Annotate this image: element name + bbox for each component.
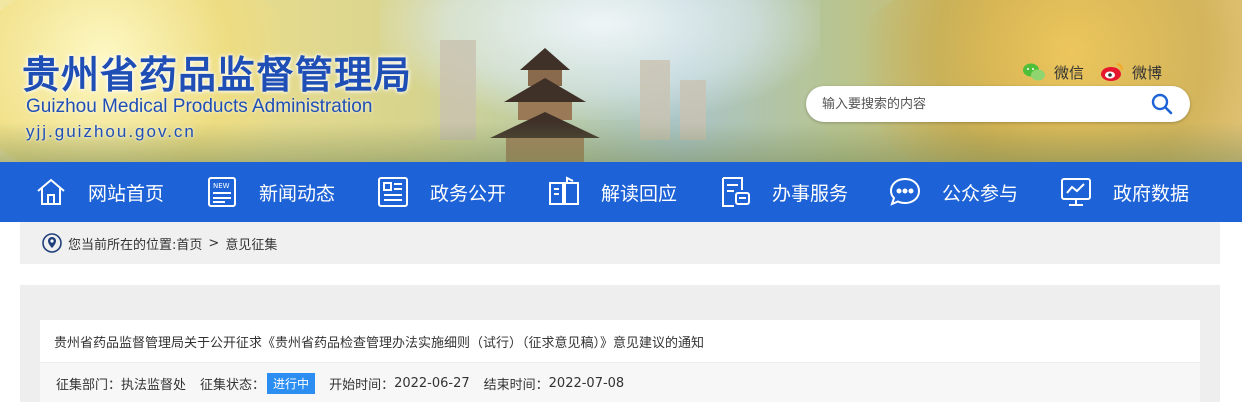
dept-label: 征集部门： [56,377,122,393]
wechat-icon [1022,61,1046,83]
nav-item-news[interactable]: NEW 新闻动态 [205,162,335,222]
breadcrumb: 您当前所在的位置: 首页 > 意见征集 [20,222,1220,264]
status-badge: 进行中 [267,372,316,394]
nav-item-services[interactable]: 办事服务 [718,162,848,222]
site-english-name: Guizhou Medical Products Administration [26,96,373,117]
header-banner: 贵州省药品监督管理局 Guizhou Medical Products Admi… [0,0,1242,162]
wechat-link[interactable]: 微信 [1022,60,1084,84]
dept-value: 执法监督处 [121,377,187,393]
start-time-value: 2022-06-27 [394,375,470,391]
weibo-link[interactable]: 微博 [1100,60,1162,84]
nav-item-public-participation[interactable]: 公众参与 [888,162,1018,222]
book-icon [547,175,581,209]
site-title[interactable]: 贵州省药品监督管理局 [22,44,412,99]
nav-label: 政府数据 [1113,182,1190,205]
notice-title-row: 贵州省药品监督管理局关于公开征求《贵州省药品检查管理办法实施细则（试行）（征求意… [40,320,1200,362]
nav-label: 公众参与 [942,182,1019,205]
search-icon[interactable] [1150,92,1174,116]
document-icon [376,175,410,209]
search-input[interactable] [822,94,1142,114]
nav-label: 网站首页 [88,182,165,205]
breadcrumb-separator: > [208,235,220,251]
nav-label: 新闻动态 [259,182,336,205]
chat-icon [888,175,922,209]
location-icon [42,233,62,253]
breadcrumb-prefix: 您当前所在的位置: [68,237,177,253]
form-icon [718,175,752,209]
nav-label: 办事服务 [772,182,849,205]
search-box [806,86,1190,122]
breadcrumb-current[interactable]: 意见征集 [225,234,277,253]
svg-text:NEW: NEW [213,182,230,190]
end-time-label: 结束时间： [483,377,549,393]
notice-title[interactable]: 贵州省药品监督管理局关于公开征求《贵州省药品检查管理办法实施细则（试行）（征求意… [54,332,704,351]
nav-item-home[interactable]: 网站首页 [34,162,164,222]
breadcrumb-home-link[interactable]: 首页 [176,234,202,253]
weibo-label: 微博 [1132,63,1163,82]
nav-label: 政务公开 [430,182,507,205]
site-url: yjj.guizhou.gov.cn [26,122,196,141]
status-label: 征集状态： [200,377,266,393]
nav-item-government-data[interactable]: 政府数据 [1059,162,1189,222]
main-nav: 网站首页 NEW 新闻动态 政务公开 解读回应 办事服务 公众参与 政府数据 [0,162,1242,222]
weibo-icon [1100,61,1124,83]
home-icon [34,175,68,209]
start-time-label: 开始时间： [329,377,395,393]
nav-label: 解读回应 [601,182,678,205]
nav-item-government-affairs[interactable]: 政务公开 [376,162,506,222]
nav-item-interpretation[interactable]: 解读回应 [547,162,677,222]
data-icon [1059,175,1093,209]
news-icon: NEW [205,175,239,209]
notice-meta-row: 征集部门： 执法监督处 征集状态： 进行中 开始时间： 2022-06-27 结… [40,363,1200,402]
wechat-label: 微信 [1054,63,1085,82]
end-time-value: 2022-07-08 [548,375,625,391]
